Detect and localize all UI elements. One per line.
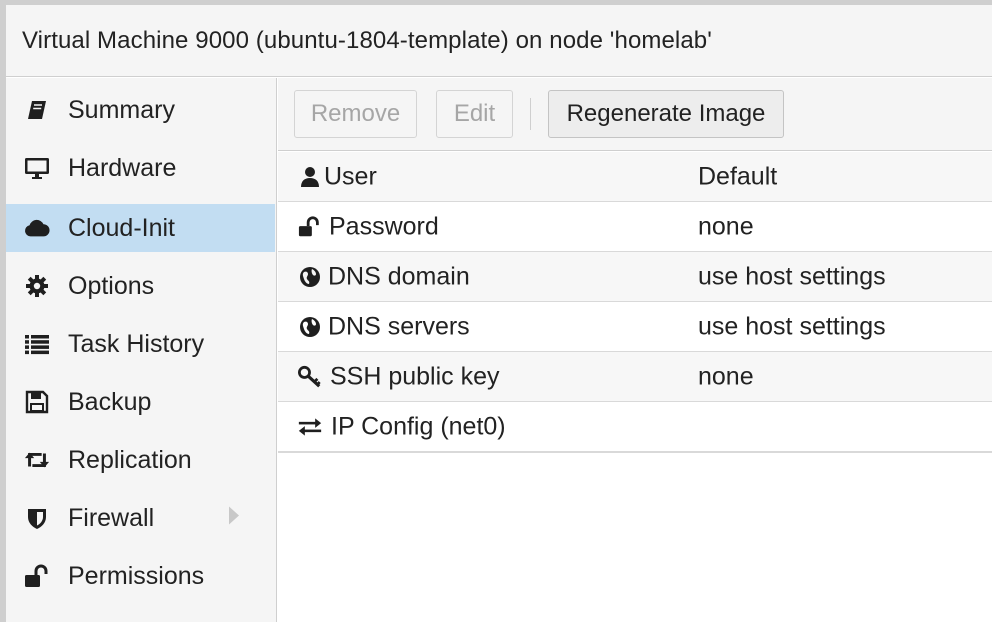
sidebar-item-label: Backup xyxy=(68,387,152,416)
table-row[interactable]: DNS servers use host settings xyxy=(278,302,992,353)
sidebar-item-label: Summary xyxy=(68,95,175,124)
sidebar-item-hardware[interactable]: Hardware xyxy=(6,144,275,192)
sidebar-item-replication[interactable]: Replication xyxy=(6,436,275,484)
sidebar-item-label: Firewall xyxy=(68,503,155,532)
sidebar-item-summary[interactable]: Summary xyxy=(6,86,275,134)
sidebar-item-label: Cloud-Init xyxy=(68,213,175,242)
sidebar-item-label: Replication xyxy=(68,445,192,474)
row-key: SSH public key xyxy=(330,362,500,390)
remove-button[interactable]: Remove xyxy=(294,90,417,138)
list-icon xyxy=(24,331,50,357)
retweet-icon xyxy=(24,447,50,473)
shield-icon xyxy=(24,505,50,531)
panel-title: Virtual Machine 9000 (ubuntu-1804-templa… xyxy=(22,26,712,54)
table-row[interactable]: IP Config (net0) xyxy=(278,402,992,453)
sidebar-item-options[interactable]: Options xyxy=(6,262,275,310)
toolbar: Remove Edit Regenerate Image xyxy=(278,78,992,151)
sidebar: Summary Hardware Cloud-Init Options Task… xyxy=(6,78,277,622)
row-key: DNS domain xyxy=(328,262,470,290)
edit-button[interactable]: Edit xyxy=(436,90,513,138)
globe-icon xyxy=(298,315,322,339)
panel-title-bar: Virtual Machine 9000 (ubuntu-1804-templa… xyxy=(6,5,992,77)
exchange-icon xyxy=(298,415,322,439)
sidebar-item-backup[interactable]: Backup xyxy=(6,378,275,426)
regenerate-image-button[interactable]: Regenerate Image xyxy=(548,90,784,138)
floppy-icon xyxy=(24,389,50,415)
toolbar-separator xyxy=(530,98,531,130)
row-value: none xyxy=(698,212,754,240)
row-value: none xyxy=(698,362,754,390)
key-icon xyxy=(298,365,322,389)
table-row[interactable]: User Default xyxy=(278,152,992,203)
sidebar-item-firewall[interactable]: Firewall xyxy=(6,494,275,542)
sidebar-item-label: Permissions xyxy=(68,561,205,590)
row-value: use host settings xyxy=(698,262,886,290)
table-row[interactable]: Password none xyxy=(278,202,992,253)
sidebar-item-label: Options xyxy=(68,271,155,300)
unlock-icon xyxy=(298,215,322,239)
gear-icon xyxy=(24,273,50,299)
sidebar-item-label: Hardware xyxy=(68,153,177,182)
sidebar-item-permissions[interactable]: Permissions xyxy=(6,552,275,600)
table-row[interactable]: DNS domain use host settings xyxy=(278,252,992,303)
desktop-icon xyxy=(24,155,50,181)
row-key: User xyxy=(324,162,377,190)
cloud-icon xyxy=(24,215,50,241)
book-icon xyxy=(24,97,50,123)
cloud-init-grid: User Default Password none DNS domain us… xyxy=(278,152,992,622)
sidebar-item-cloud-init[interactable]: Cloud-Init xyxy=(6,204,275,252)
row-key: Password xyxy=(329,212,439,240)
row-key: IP Config (net0) xyxy=(331,412,506,440)
row-key: DNS servers xyxy=(328,312,470,340)
row-value: use host settings xyxy=(698,312,886,340)
globe-icon xyxy=(298,265,322,289)
chevron-right-icon[interactable] xyxy=(228,506,240,531)
row-value: Default xyxy=(698,162,778,190)
sidebar-item-task-history[interactable]: Task History xyxy=(6,320,275,368)
user-icon xyxy=(298,165,322,189)
sidebar-item-label: Task History xyxy=(68,329,205,358)
table-row[interactable]: SSH public key none xyxy=(278,352,992,403)
unlock-icon xyxy=(24,563,50,589)
